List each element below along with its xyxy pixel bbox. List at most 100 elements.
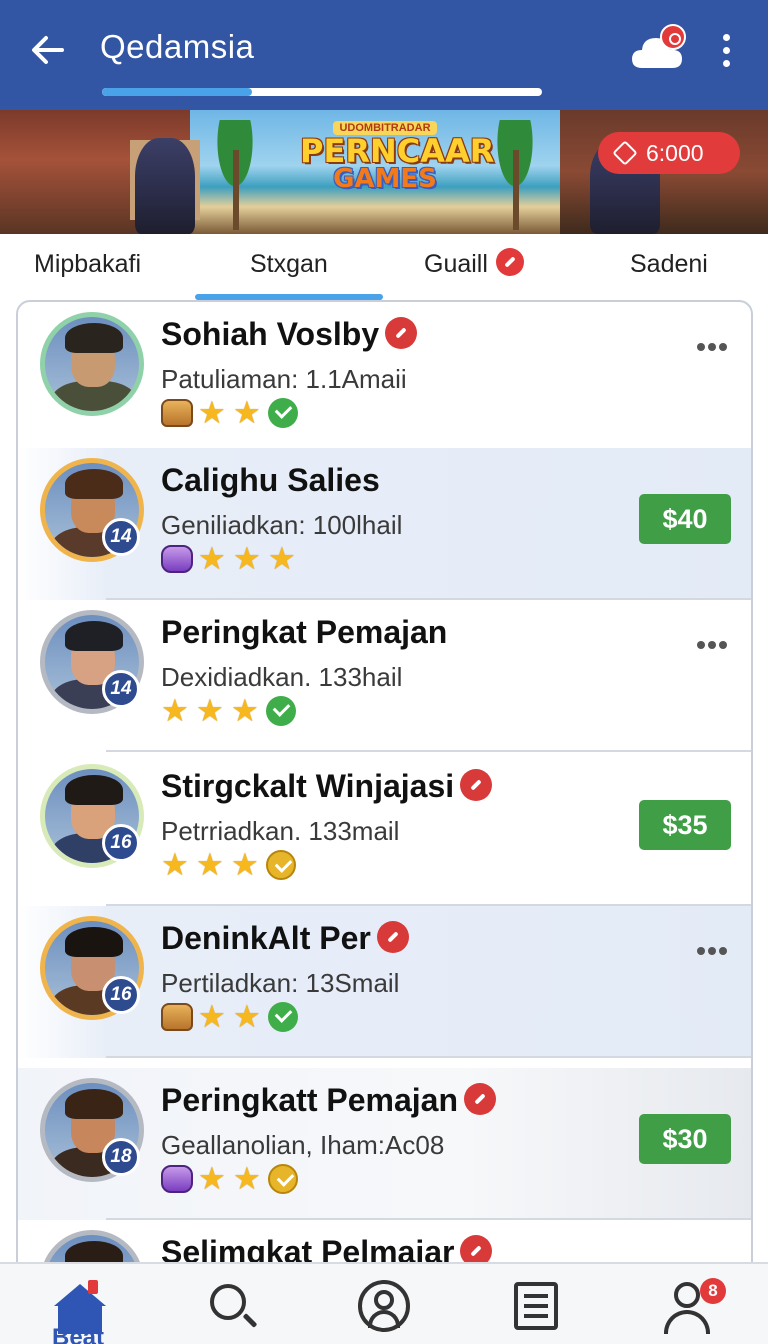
game-logo: UDOMBITRADAR PERNCAAR GAMES [300, 118, 495, 208]
verified-badge-icon [376, 920, 409, 953]
verified-badge-icon [464, 1082, 496, 1115]
progress-bar [102, 88, 542, 96]
player-subtitle: Dexidiadkan. 133hail [161, 662, 403, 692]
player-list: Sohiah Voslby Patuliaman: 1.1Amaii ★ ★ 14 Cal… [16, 300, 753, 1300]
avatar[interactable] [40, 312, 144, 416]
star-icon: ★ [161, 847, 189, 882]
logo-title: PERNCAAR [300, 132, 495, 170]
level-badge: 16 [102, 976, 140, 1014]
star-icon: ★ [231, 847, 259, 882]
player-subtitle: Petrriadkan. 133mail [161, 816, 400, 846]
back-arrow-icon[interactable] [28, 30, 68, 70]
list-item[interactable]: 14 Peringkat Pemajan Dexidiadkan. 133hail ★… [18, 600, 751, 752]
rating-icons: ★ ★ ★ [161, 847, 301, 882]
bag-icon [161, 1165, 193, 1193]
price-button[interactable]: $40 [639, 494, 731, 544]
tab-guaill-label: Guaill [424, 250, 488, 278]
player-name-text: Peringkatt Pemajan [161, 1082, 458, 1118]
check-green-icon [268, 1002, 298, 1032]
star-icon: ★ [233, 395, 261, 430]
star-icon: ★ [161, 693, 189, 728]
check-green-icon [268, 398, 298, 428]
check-gold-icon [268, 1164, 298, 1194]
check-green-icon [266, 696, 296, 726]
user-notification-badge: 8 [700, 1278, 726, 1304]
notification-badge-icon [660, 24, 686, 50]
star-icon: ★ [198, 999, 226, 1034]
star-icon: ★ [231, 693, 259, 728]
player-name: Calighu Salies [161, 462, 380, 499]
star-icon: ★ [196, 847, 224, 882]
player-name-text: Calighu Salies [161, 462, 380, 498]
list-item[interactable]: 14 Calighu Salies Geniliadkan: 100lhail ★ ★ ★… [18, 448, 751, 600]
progress-fill [102, 88, 252, 96]
search-icon[interactable] [204, 1278, 260, 1334]
coin-icon [612, 140, 638, 166]
star-icon: ★ [233, 541, 261, 576]
row-divider [106, 1056, 751, 1058]
row-divider [106, 750, 751, 752]
rating-icons: ★ ★ [161, 395, 303, 430]
player-name-text: Sohiah Voslby [161, 316, 380, 352]
banner-palm [200, 120, 270, 230]
star-icon: ★ [196, 693, 224, 728]
rating-icons: ★ ★ ★ [161, 541, 303, 576]
home-label: Beat [52, 1324, 105, 1344]
bottom-nav [0, 1262, 768, 1344]
tab-mipbakafi[interactable]: Mipbakafi [34, 250, 141, 279]
star-icon: ★ [198, 541, 226, 576]
rating-icons: ★ ★ [161, 999, 303, 1034]
player-name: Sohiah Voslby [161, 316, 418, 353]
profile-icon[interactable] [356, 1278, 412, 1334]
tab-badge-icon [495, 248, 524, 277]
chest-icon [161, 1003, 193, 1031]
player-name-text: DeninkAlt Per [161, 920, 371, 956]
player-name: DeninkAlt Per [161, 920, 409, 957]
more-horizontal-icon[interactable] [697, 338, 733, 351]
rating-icons: ★ ★ ★ [161, 693, 301, 728]
list-item[interactable]: 16 Stirgckalt Winjajasi Petrriadkan. 133ma… [18, 754, 751, 906]
player-name: Stirgckalt Winjajasi [161, 768, 493, 805]
tab-stxgan[interactable]: Stxgan [250, 250, 328, 279]
list-icon[interactable] [510, 1278, 566, 1334]
verified-badge-icon [385, 316, 418, 349]
coin-balance: 6:000 [646, 140, 704, 166]
banner-warrior [135, 138, 195, 234]
player-name-text: Stirgckalt Winjajasi [161, 768, 455, 804]
bag-icon [161, 545, 193, 573]
tab-sadeni[interactable]: Sadeni [630, 250, 708, 279]
level-badge: 14 [102, 518, 140, 556]
more-horizontal-icon[interactable] [697, 636, 733, 649]
more-horizontal-icon[interactable] [697, 942, 733, 955]
level-badge: 14 [102, 670, 140, 708]
list-item[interactable]: 18 Peringkatt Pemajan Geallanolian, Iham:A… [18, 1068, 751, 1220]
verified-badge-icon [460, 768, 493, 801]
app-header: Qedamsia [0, 0, 768, 110]
player-subtitle: Pertiladkan: 13Smail [161, 968, 400, 998]
more-vertical-icon[interactable] [716, 34, 736, 70]
tab-guaill[interactable]: Guaill [424, 248, 524, 279]
tab-bar: Mipbakafi Stxgan Guaill Sadeni [0, 234, 768, 300]
level-badge: 18 [102, 1138, 140, 1176]
star-icon: ★ [198, 1161, 226, 1196]
price-button[interactable]: $30 [639, 1114, 731, 1164]
player-subtitle: Patuliaman: 1.1Amaii [161, 364, 407, 394]
player-subtitle: Geniliadkan: 100lhail [161, 510, 403, 540]
star-icon: ★ [198, 395, 226, 430]
star-icon: ★ [268, 541, 296, 576]
player-name: Peringkat Pemajan [161, 614, 447, 651]
game-banner[interactable]: UDOMBITRADAR PERNCAAR GAMES 6:000 [0, 110, 768, 234]
list-item[interactable]: Sohiah Voslby Patuliaman: 1.1Amaii ★ ★ [18, 302, 751, 454]
player-subtitle: Geallanolian, Iham:Ac08 [161, 1130, 445, 1160]
star-icon: ★ [233, 999, 261, 1034]
price-button[interactable]: $35 [639, 800, 731, 850]
list-item[interactable]: 16 DeninkAlt Per Pertiladkan: 13Smail ★ ★ [18, 906, 751, 1058]
chest-icon [161, 399, 193, 427]
coin-balance-button[interactable]: 6:000 [598, 132, 740, 174]
check-gold-icon [266, 850, 296, 880]
player-name: Peringkatt Pemajan [161, 1082, 496, 1119]
level-badge: 16 [102, 824, 140, 862]
player-name-text: Peringkat Pemajan [161, 614, 448, 650]
star-icon: ★ [233, 1161, 261, 1196]
page-title: Qedamsia [100, 28, 255, 65]
